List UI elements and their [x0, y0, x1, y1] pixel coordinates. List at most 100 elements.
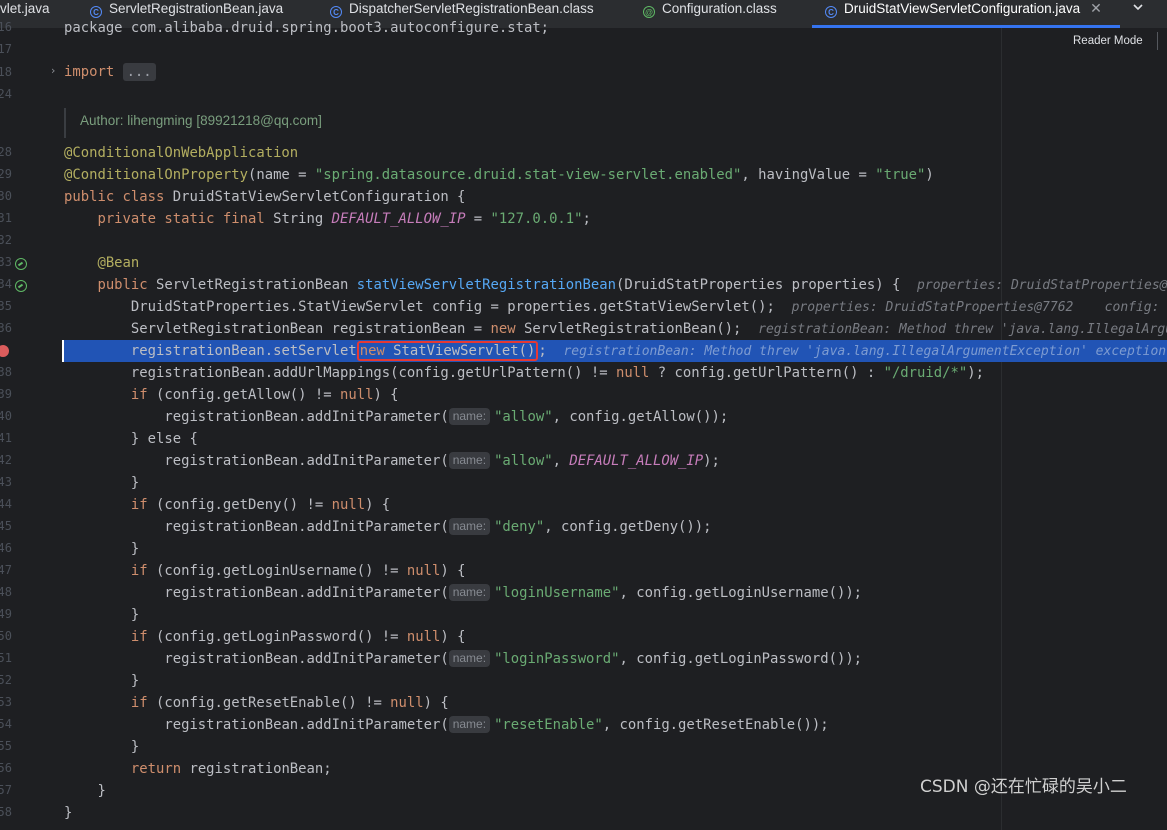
fold-arrow-icon[interactable]: ›: [51, 64, 55, 77]
code-line-40: registrationBean.addInitParameter(name: "…: [164, 408, 729, 425]
author-doc-comment: Author: lihengming [89921218@qq.com]: [80, 113, 322, 128]
code-line-48: registrationBean.addInitParameter(name: "…: [164, 584, 863, 601]
line-number: 17: [0, 42, 12, 56]
close-tab-icon[interactable]: ✕: [1090, 0, 1102, 16]
line-number: 43: [0, 475, 12, 489]
inline-debug-hint: properties: DruidStatProperties@7762: [917, 278, 1167, 293]
code-line-38: registrationBean.addUrlMappings(config.g…: [130, 365, 984, 381]
code-line-54: registrationBean.addInitParameter(name: "…: [164, 716, 829, 733]
code-line-43: }: [130, 475, 140, 491]
code-line-57: }: [97, 783, 106, 799]
code-line-package: package com.alibaba.druid.spring.boot3.a…: [64, 20, 550, 36]
line-number: 41: [0, 431, 12, 445]
line-number: 44: [0, 497, 12, 511]
code-line-29: @ConditionalOnProperty(name = "spring.da…: [64, 167, 934, 183]
code-line-55: }: [130, 739, 140, 755]
code-line-50: if (config.getLoginPassword() != null) {: [130, 629, 466, 645]
line-number: 36: [0, 321, 12, 335]
line-number: 53: [0, 695, 12, 709]
line-number: 45: [0, 519, 12, 533]
tab-label: Configuration.class: [662, 1, 777, 16]
line-number: 29: [0, 167, 12, 181]
code-line-import: import ...: [64, 61, 156, 83]
param-hint: name:: [448, 452, 491, 469]
line-number: 38: [0, 365, 12, 379]
code-line-49: }: [130, 607, 140, 623]
folded-imports[interactable]: ...: [122, 63, 156, 81]
line-number: 35: [0, 299, 12, 313]
line-number: 46: [0, 541, 12, 555]
line-number: 55: [0, 739, 12, 753]
line-number: 51: [0, 651, 12, 665]
chevron-down-icon[interactable]: [1131, 0, 1145, 17]
line-number: 34: [0, 277, 12, 291]
param-hint: name:: [448, 408, 491, 425]
line-number: 42: [0, 453, 12, 467]
bean-icon[interactable]: [15, 258, 27, 270]
code-line-39: if (config.getAllow() != null) {: [130, 387, 399, 403]
line-number: 39: [0, 387, 12, 401]
class-icon: C: [825, 6, 837, 18]
tab-configuration[interactable]: @ Configuration.class: [643, 0, 777, 28]
tab-druid-stat-view-servlet-configuration[interactable]: C DruidStatViewServletConfiguration.java ✕: [812, 0, 1120, 28]
line-number: 16: [0, 20, 12, 34]
code-line-46: }: [130, 541, 140, 557]
tab-label: vlet.java: [0, 1, 50, 16]
line-number: 31: [0, 211, 12, 225]
code-line-42: registrationBean.addInitParameter(name: "…: [164, 452, 720, 469]
line-number: 49: [0, 607, 12, 621]
line-number: 33: [0, 255, 12, 269]
code-line-31: private static final String DEFAULT_ALLO…: [97, 211, 591, 227]
code-line-36: ServletRegistrationBean registrationBean…: [64, 318, 1167, 340]
tab-label: DispatcherServletRegistrationBean.class: [349, 1, 594, 16]
line-number: 50: [0, 629, 12, 643]
inline-debug-hint: registrationBean: Method threw 'java.lan…: [563, 344, 1167, 359]
code-line-44: if (config.getDeny() != null) {: [130, 497, 391, 513]
code-line-41: } else {: [130, 431, 198, 447]
line-number: 52: [0, 673, 12, 687]
line-number: 58: [0, 805, 12, 819]
code-editor[interactable]: Reader Mode 16 17 18 24 28 29 30 31 32 3…: [0, 20, 1167, 830]
inline-debug-hint: properties: DruidStatProperties@7762 con…: [791, 300, 1160, 315]
line-number: 57: [0, 783, 12, 797]
line-number: 24: [0, 87, 12, 101]
line-number: 47: [0, 563, 12, 577]
right-margin-guide: [1001, 28, 1002, 830]
param-hint: name:: [448, 650, 491, 667]
divider: [1157, 32, 1158, 50]
param-hint: name:: [448, 518, 491, 535]
code-line-51: registrationBean.addInitParameter(name: "…: [164, 650, 863, 667]
line-number: 54: [0, 717, 12, 731]
code-line-52: }: [130, 673, 140, 689]
code-line-56: return registrationBean;: [130, 761, 332, 777]
line-number: 48: [0, 585, 12, 599]
code-line-53: if (config.getResetEnable() != null) {: [130, 695, 449, 711]
param-hint: name:: [448, 716, 491, 733]
breakpoint-icon[interactable]: [0, 345, 9, 357]
line-number: 40: [0, 409, 12, 423]
line-number: 30: [0, 189, 12, 203]
code-line-30: public class DruidStatViewServletConfigu…: [64, 189, 466, 205]
code-line-47: if (config.getLoginUsername() != null) {: [130, 563, 466, 579]
line-number: 56: [0, 761, 12, 775]
reader-mode-button[interactable]: Reader Mode: [1073, 35, 1143, 47]
tab-label: ServletRegistrationBean.java: [109, 1, 284, 16]
line-number: 18: [0, 65, 12, 79]
code-line-28: @ConditionalOnWebApplication: [64, 145, 299, 161]
code-line-33: @Bean: [97, 255, 140, 271]
param-hint: name:: [448, 584, 491, 601]
bean-icon[interactable]: [15, 280, 27, 292]
line-number: 32: [0, 233, 12, 247]
code-line-34: public ServletRegistrationBean statViewS…: [64, 274, 1167, 296]
tab-label: DruidStatViewServletConfiguration.java: [844, 1, 1081, 16]
line-number: 28: [0, 145, 12, 159]
inline-debug-hint: registrationBean: Method threw 'java.lan…: [758, 322, 1167, 337]
doc-comment-bar: [64, 108, 66, 138]
code-line-58: }: [64, 805, 73, 821]
annotation-icon: @: [643, 6, 655, 18]
code-line-37: registrationBean.setServlet new StatViewS…: [64, 340, 1167, 362]
code-line-35: DruidStatProperties.StatViewServlet conf…: [64, 296, 1167, 318]
code-line-45: registrationBean.addInitParameter(name: "…: [164, 518, 712, 535]
red-highlight-box: new StatViewServlet(): [356, 341, 539, 361]
watermark: CSDN @还在忙碌的吴小二: [920, 777, 1127, 797]
